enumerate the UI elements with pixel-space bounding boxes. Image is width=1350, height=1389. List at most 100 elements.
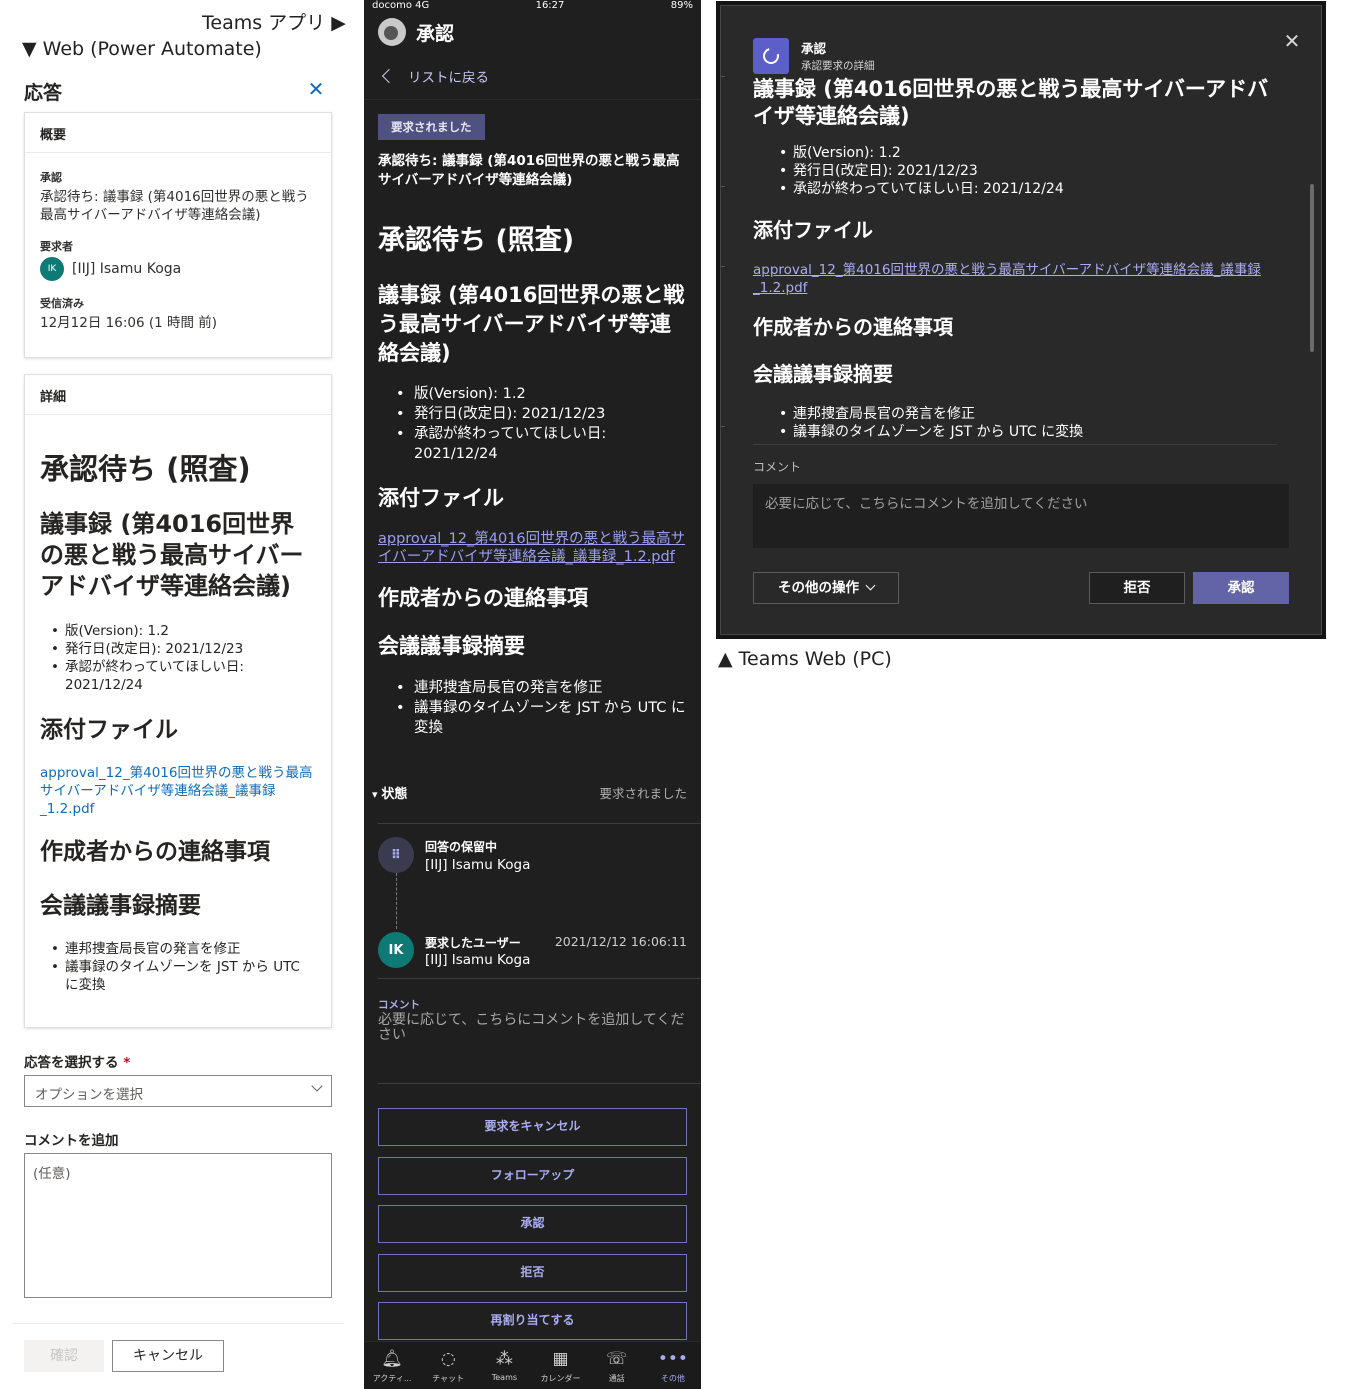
approve-button[interactable]: 承認: [1193, 572, 1289, 604]
list-item: 承認が終わっていてほしい日: 2021/12/24: [753, 180, 1278, 198]
summary-card: 概要 承認 承認待ち: 議事録 (第4016回世界の悪と戦う最高サイバーアドバイ…: [24, 112, 332, 358]
attachment-link[interactable]: approval_12_第4016回世界の悪と戦う最高サイバーアドバイザ等連絡会…: [753, 261, 1278, 297]
summary-heading: 概要: [25, 113, 331, 153]
confirm-button[interactable]: 確認: [24, 1340, 104, 1372]
close-icon[interactable]: ✕: [1281, 30, 1303, 52]
state-row[interactable]: 状態 要求されました: [364, 783, 701, 802]
app-name: 承認: [801, 41, 827, 56]
divider: [378, 823, 701, 824]
cancel-request-button[interactable]: 要求をキャンセル: [378, 1108, 687, 1146]
reject-button[interactable]: 拒否: [1089, 572, 1185, 604]
approve-button[interactable]: 承認: [378, 1205, 687, 1243]
details-title: 承認待ち (照査): [40, 452, 251, 486]
nav-label: 通話: [608, 1374, 625, 1383]
response-label: 応答を選択する *: [24, 1051, 130, 1071]
notes-heading: 作成者からの連絡事項: [753, 315, 953, 339]
received-value: 12月12日 16:06 (1 時間 前): [40, 315, 218, 331]
reassign-button[interactable]: 再割り当てする: [378, 1302, 687, 1340]
dialog-subtitle: 承認要求の詳細: [801, 60, 875, 72]
received-label: 受信済み: [40, 297, 84, 310]
phone-icon: ☏: [606, 1349, 628, 1369]
nav-label: チャット: [432, 1374, 465, 1383]
list-item: 版(Version): 1.2: [40, 622, 316, 640]
status-badge: 要求されました: [378, 114, 485, 140]
nav-chat[interactable]: ◌ チャット: [420, 1348, 476, 1389]
details-subject: 議事録 (第4016回世界の悪と戦う最高サイバーアドバイザ等連絡会議): [378, 283, 685, 365]
avatar: IK: [378, 932, 414, 968]
attachment-link[interactable]: approval_12_第4016回世界の悪と戦う最高サイバーアドバイザ等連絡会…: [364, 530, 701, 566]
requester-title: 要求したユーザー: [425, 936, 521, 950]
list-item: 版(Version): 1.2: [753, 144, 1278, 162]
gutter-mark: [721, 76, 725, 77]
list-item: 版(Version): 1.2: [364, 384, 701, 404]
gutter-mark: [721, 426, 725, 427]
more-icon: •••: [657, 1349, 688, 1369]
clock: 16:27: [535, 0, 565, 11]
details-scroll-area[interactable]: 議事録 (第4016回世界の悪と戦う最高サイバーアドバイザ等連絡会議) 版(Ve…: [753, 76, 1278, 442]
requester-name: [IIJ] Isamu Koga: [425, 952, 531, 968]
minutes-summary-heading: 会議議事録摘要: [40, 893, 201, 919]
meta-list: 版(Version): 1.2 発行日(改定日): 2021/12/23 承認が…: [40, 622, 316, 694]
nav-label: アクティ...: [372, 1374, 412, 1383]
pending-title: 回答の保留中: [425, 840, 498, 854]
nav-activity[interactable]: 🔔︎ アクティ...: [364, 1348, 420, 1389]
app-title: 承認: [416, 22, 455, 45]
battery: 89%: [670, 0, 693, 11]
notes-heading: 作成者からの連絡事項: [40, 839, 270, 865]
comment-label: コメントを追加: [24, 1133, 119, 1149]
bell-icon: 🔔︎: [381, 1349, 403, 1369]
summary-list: 連邦捜査局長官の発言を修正 議事録のタイムゾーンを JST から UTC に変換: [364, 678, 701, 738]
attachments-heading: 添付ファイル: [40, 717, 178, 743]
nav-teams[interactable]: ⁂ Teams: [476, 1348, 532, 1389]
status-bar: docomo 4G 16:27 89%: [364, 0, 701, 12]
approval-label: 承認: [40, 171, 62, 184]
meta-list: 版(Version): 1.2 発行日(改定日): 2021/12/23 承認が…: [753, 144, 1278, 198]
comment-input[interactable]: 必要に応じて、こちらにコメントを追加してください: [753, 484, 1289, 548]
close-icon[interactable]: ✕: [305, 78, 327, 100]
dialog-body: 承認 承認要求の詳細 ✕ 議事録 (第4016回世界の悪と戦う最高サイバーアドバ…: [720, 5, 1322, 635]
calendar-icon: ▦: [552, 1349, 569, 1369]
cancel-button[interactable]: キャンセル: [112, 1340, 224, 1372]
list-item: 連邦捜査局長官の発言を修正: [364, 678, 701, 698]
list-item: 承認が終わっていてほしい日: 2021/12/24: [364, 424, 701, 464]
chevron-down-icon: [311, 1080, 323, 1092]
caption-teams-app: Teams アプリ ▶: [202, 12, 346, 34]
people-icon: ⠿: [378, 837, 414, 873]
details-title: 承認待ち (照査): [378, 225, 575, 256]
nav-calendar[interactable]: ▦ カレンダー: [533, 1348, 589, 1389]
attachment-link[interactable]: approval_12_第4016回世界の悪と戦う最高サイバーアドバイザ等連絡会…: [40, 764, 316, 818]
comment-input[interactable]: (任意): [24, 1153, 332, 1298]
attachments-heading: 添付ファイル: [378, 486, 504, 510]
nav-more[interactable]: ••• その他: [645, 1348, 701, 1389]
back-label: リストに戻る: [408, 69, 489, 86]
more-actions-label: その他の操作: [778, 580, 859, 596]
teams-pc-dialog: 承認 承認要求の詳細 ✕ 議事録 (第4016回世界の悪と戦う最高サイバーアドバ…: [716, 1, 1326, 639]
divider: [378, 978, 701, 979]
list-item: 連邦捜査局長官の発言を修正: [40, 940, 316, 958]
nav-label: Teams: [491, 1373, 518, 1382]
follow-up-button[interactable]: フォローアップ: [378, 1157, 687, 1195]
comment-label: コメント: [753, 460, 802, 474]
carrier: docomo 4G: [372, 0, 430, 11]
bottom-nav: 🔔︎ アクティ... ◌ チャット ⁂ Teams ▦ カレンダー ☏ 通話 •…: [364, 1341, 701, 1389]
comment-input[interactable]: 必要に応じて、こちらにコメントを追加してください: [378, 1013, 688, 1043]
list-item: 発行日(改定日): 2021/12/23: [753, 162, 1278, 180]
scrollbar-thumb[interactable]: [1310, 184, 1314, 352]
nav-calls[interactable]: ☏ 通話: [589, 1348, 645, 1389]
attachments-heading: 添付ファイル: [753, 218, 873, 242]
more-actions-button[interactable]: その他の操作: [753, 572, 899, 604]
requester-label: 要求者: [40, 240, 73, 253]
approval-subject: 承認待ち: 議事録 (第4016回世界の悪と戦う最高サイバーアドバイザ等連絡会議…: [378, 153, 680, 188]
details-subject: 議事録 (第4016回世界の悪と戦う最高サイバーアドバイザ等連絡会議): [753, 77, 1269, 128]
list-item: 連邦捜査局長官の発言を修正: [753, 405, 1278, 423]
back-to-list-link[interactable]: リストに戻る: [364, 52, 701, 100]
details-card: 詳細 承認待ち (照査) 議事録 (第4016回世界の悪と戦う最高サイバーアドバ…: [24, 374, 332, 1028]
response-select[interactable]: オプションを選択: [24, 1075, 332, 1107]
requester-name: [IIJ] Isamu Koga: [72, 261, 182, 277]
caption-web: ▼ Web (Power Automate): [22, 38, 262, 60]
footer-divider: [12, 1323, 344, 1324]
avatar: IK: [40, 257, 64, 281]
approvals-app-icon: [753, 38, 789, 74]
minutes-summary-heading: 会議議事録摘要: [378, 634, 525, 658]
reject-button[interactable]: 拒否: [378, 1254, 687, 1292]
